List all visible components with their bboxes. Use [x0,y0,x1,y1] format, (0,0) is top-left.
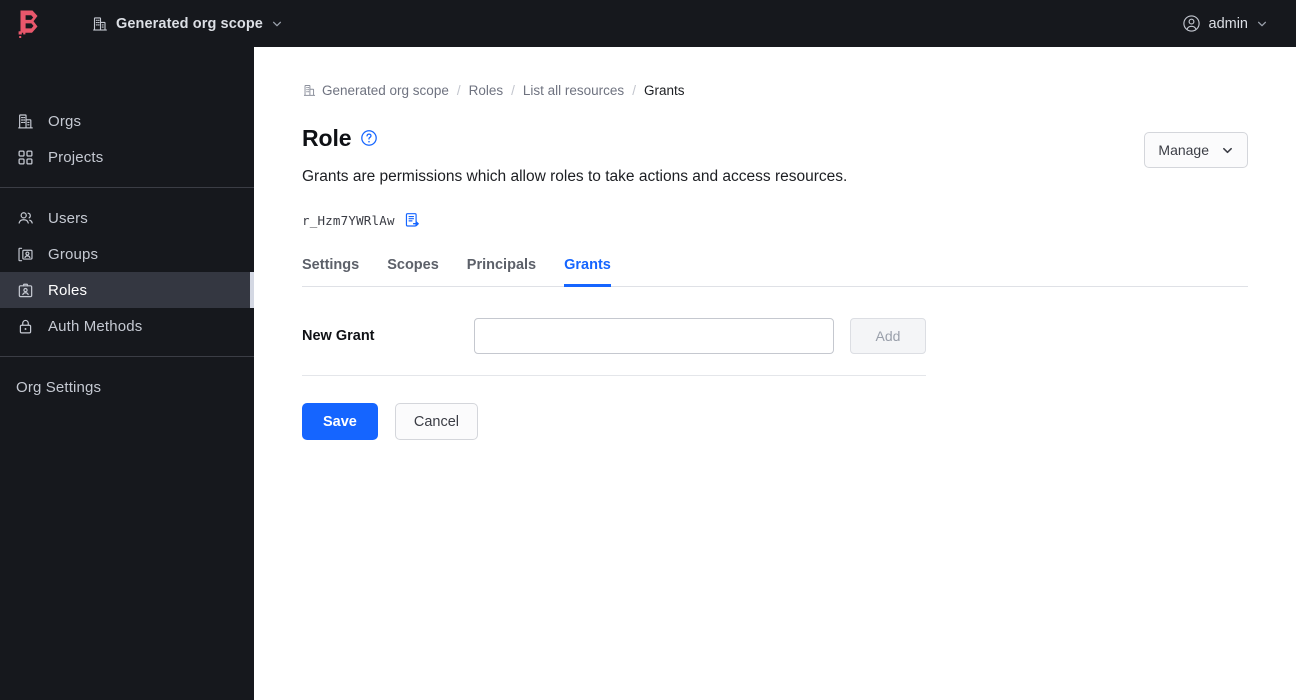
breadcrumb-separator: / [456,82,461,98]
cancel-button[interactable]: Cancel [394,403,479,440]
tab-principals[interactable]: Principals [467,256,536,287]
breadcrumb-item-list-all-resources[interactable]: List all resources [523,83,624,98]
sidebar-item-auth-methods[interactable]: Auth Methods [0,308,254,344]
org-building-icon [92,16,108,32]
sidebar-item-projects[interactable]: Projects [0,139,254,175]
sidebar-item-label: Users [48,209,88,227]
user-menu[interactable]: admin [1176,8,1275,39]
form-actions: Save Cancel [302,403,1248,440]
grants-form: New Grant Add Save Cancel [302,318,1248,440]
manage-button-label: Manage [1158,142,1209,158]
org-scope-switcher[interactable]: Generated org scope [84,10,291,38]
tab-bar: Settings Scopes Principals Grants [302,251,1248,287]
add-grant-button[interactable]: Add [850,318,926,354]
tab-grants[interactable]: Grants [564,256,611,287]
org-building-icon [302,83,316,97]
page-header: Role Grants are permissions which allow … [302,124,1248,188]
user-menu-label: admin [1208,15,1249,32]
sidebar-item-label: Orgs [48,112,82,130]
save-button[interactable]: Save [302,403,378,440]
chevron-down-icon [271,18,283,30]
sidebar-item-label: Org Settings [16,378,102,396]
sidebar-group-settings: Org Settings [0,369,254,405]
breadcrumb-item-org-scope[interactable]: Generated org scope [322,83,449,98]
sidebar-divider [0,356,254,357]
sidebar: Orgs Projects Users Groups Roles Auth Me… [0,47,254,700]
top-bar: Generated org scope admin [0,0,1296,47]
org-building-icon [16,112,34,130]
tab-settings[interactable]: Settings [302,256,359,287]
breadcrumb-item-roles[interactable]: Roles [469,83,504,98]
tab-scopes[interactable]: Scopes [387,256,439,287]
sidebar-item-org-settings[interactable]: Org Settings [0,369,254,405]
sidebar-item-roles[interactable]: Roles [0,272,254,308]
page-title-text: Role [302,125,352,151]
resource-id-row: r_Hzm7YWRlAw [302,210,1248,230]
copy-clipboard-icon[interactable] [404,212,421,229]
sidebar-item-groups[interactable]: Groups [0,236,254,272]
sidebar-group-scopes: Orgs Projects [0,103,254,175]
sidebar-group-iam: Users Groups Roles Auth Methods [0,200,254,344]
main-content: Generated org scope / Roles / List all r… [254,47,1296,700]
chevron-down-icon [1256,18,1268,30]
users-icon [16,209,34,227]
sidebar-item-label: Groups [48,245,99,263]
resource-id-value: r_Hzm7YWRlAw [302,212,395,228]
page-title: Role [302,124,1144,152]
sidebar-divider [0,187,254,188]
org-scope-label: Generated org scope [116,15,263,32]
new-grant-label: New Grant [302,328,375,344]
boundary-logo-icon[interactable] [12,6,48,42]
grid-projects-icon [16,148,34,166]
new-grant-input[interactable] [474,318,834,354]
sidebar-item-label: Roles [48,281,88,299]
lock-icon [16,317,34,335]
breadcrumb-item-grants: Grants [643,82,685,98]
breadcrumb-separator: / [511,82,515,98]
breadcrumb: Generated org scope / Roles / List all r… [302,81,1248,99]
id-badge-icon [16,281,34,299]
sidebar-item-label: Auth Methods [48,317,143,335]
breadcrumb-separator: / [632,82,636,98]
sidebar-item-label: Projects [48,148,104,166]
sidebar-item-orgs[interactable]: Orgs [0,103,254,139]
new-grant-row: New Grant Add [302,318,926,376]
help-circle-icon[interactable] [360,129,378,147]
manage-button[interactable]: Manage [1144,132,1248,168]
page-header-text: Role Grants are permissions which allow … [302,124,1144,188]
user-circle-icon [1182,14,1201,33]
page-description: Grants are permissions which allow roles… [302,168,848,185]
sidebar-item-users[interactable]: Users [0,200,254,236]
folder-person-icon [16,245,34,263]
chevron-down-icon [1221,144,1234,157]
